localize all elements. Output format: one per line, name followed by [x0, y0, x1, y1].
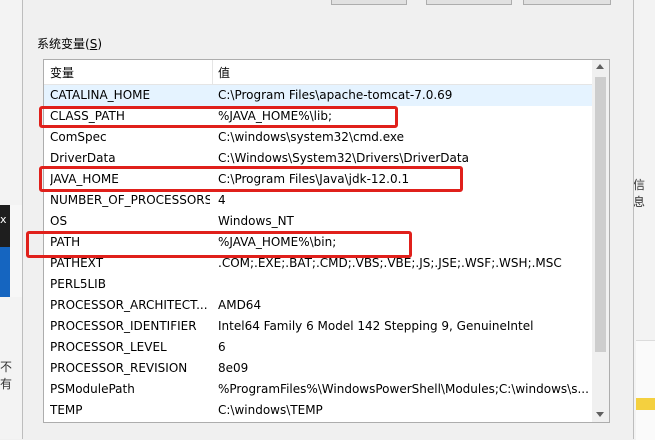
variable-value-cell: %ProgramFiles%\WindowsPowerShell\Modules…: [218, 382, 589, 396]
vertical-scrollbar[interactable]: [592, 60, 609, 422]
variable-name-cell: NUMBER_OF_PROCESSORS: [50, 193, 210, 207]
variable-value-cell: Intel64 Family 6 Model 142 Stepping 9, G…: [218, 319, 534, 333]
table-row[interactable]: CATALINA_HOME C:\Program Files\apache-tom…: [44, 85, 592, 106]
list-header: 变量 值: [44, 60, 592, 85]
background-yellow-bar: [636, 398, 655, 410]
column-header-value[interactable]: 值: [218, 64, 230, 81]
table-row[interactable]: PSModulePath %ProgramFiles%\WindowsPowerS…: [44, 379, 592, 400]
variable-name-cell: CATALINA_HOME: [50, 88, 151, 102]
variable-name-cell: DriverData: [50, 151, 116, 165]
table-row[interactable]: OS Windows_NT: [44, 211, 592, 232]
variable-value-cell: Windows_NT: [218, 214, 294, 228]
table-row[interactable]: PROCESSOR_IDENTIFIER Intel64 Family 6 Mod…: [44, 316, 592, 337]
variable-value-cell: C:\windows\TEMP: [218, 403, 323, 417]
variable-value-cell: 4: [218, 193, 226, 207]
variable-name-cell: PATHEXT: [50, 256, 104, 270]
table-row[interactable]: TEMP C:\windows\TEMP: [44, 400, 592, 421]
variable-value-cell: AMD64: [218, 298, 262, 312]
background-partial-text-left: 不有: [0, 360, 13, 391]
variable-value-cell: C:\Windows\System32\Drivers\DriverData: [218, 151, 469, 165]
variable-name-cell: OS: [50, 214, 68, 228]
table-row[interactable]: ComSpec C:\windows\system32\cmd.exe: [44, 127, 592, 148]
variable-name-cell: TEMP: [50, 403, 83, 417]
variable-value-cell: .COM;.EXE;.BAT;.CMD;.VBS;.VBE;.JS;.JSE;.…: [218, 256, 562, 270]
highlight-java-home: [39, 166, 463, 192]
scrollbar-thumb[interactable]: [595, 77, 606, 352]
table-row[interactable]: PROCESSOR_LEVEL 6: [44, 337, 592, 358]
variable-name-cell: PERL5LIB: [50, 277, 106, 291]
table-row[interactable]: PERL5LIB: [44, 274, 592, 295]
variable-value-cell: C:\Program Files\apache-tomcat-7.0.69: [218, 88, 453, 102]
variable-name-cell: PROCESSOR_IDENTIFIER: [50, 319, 197, 333]
user-var-new-button[interactable]: [331, 0, 407, 5]
scroll-up-icon[interactable]: [596, 64, 604, 69]
background-partial-text-right: 信息: [633, 178, 646, 209]
user-var-edit-button[interactable]: [426, 0, 512, 5]
variable-name-cell: PROCESSOR_ARCHITECT...: [50, 298, 208, 312]
variable-name-cell: PROCESSOR_LEVEL: [50, 340, 167, 354]
highlight-path: [26, 231, 412, 258]
variable-value-cell: 8e09: [218, 361, 249, 375]
environment-variables-dialog: 系统变量(S) 变量 值 CATALINA_HOME C:\Program Fil…: [22, 0, 634, 439]
variable-name-cell: ComSpec: [50, 130, 107, 144]
scroll-down-icon[interactable]: [596, 412, 604, 417]
table-row[interactable]: NUMBER_OF_PROCESSORS 4: [44, 190, 592, 211]
table-row[interactable]: PROCESSOR_ARCHITECT... AMD64: [44, 295, 592, 316]
column-header-name[interactable]: 变量: [50, 64, 74, 81]
system-variables-label: 系统变量(S): [37, 37, 103, 51]
background-window-left: x 不有: [0, 0, 22, 439]
variable-value-cell: C:\windows\system32\cmd.exe: [218, 130, 404, 144]
background-window-right: 信息: [632, 0, 655, 440]
background-dark-panel: [0, 205, 10, 247]
column-divider[interactable]: [212, 60, 213, 84]
highlight-class-path: [39, 106, 398, 128]
background-panel: [636, 340, 655, 440]
user-var-delete-button[interactable]: [523, 0, 611, 5]
variable-name-cell: PSModulePath: [50, 382, 135, 396]
variable-name-cell: PROCESSOR_REVISION: [50, 361, 188, 375]
variable-value-cell: 6: [218, 340, 226, 354]
table-row[interactable]: PROCESSOR_REVISION 8e09: [44, 358, 592, 379]
close-icon: x: [0, 213, 7, 226]
